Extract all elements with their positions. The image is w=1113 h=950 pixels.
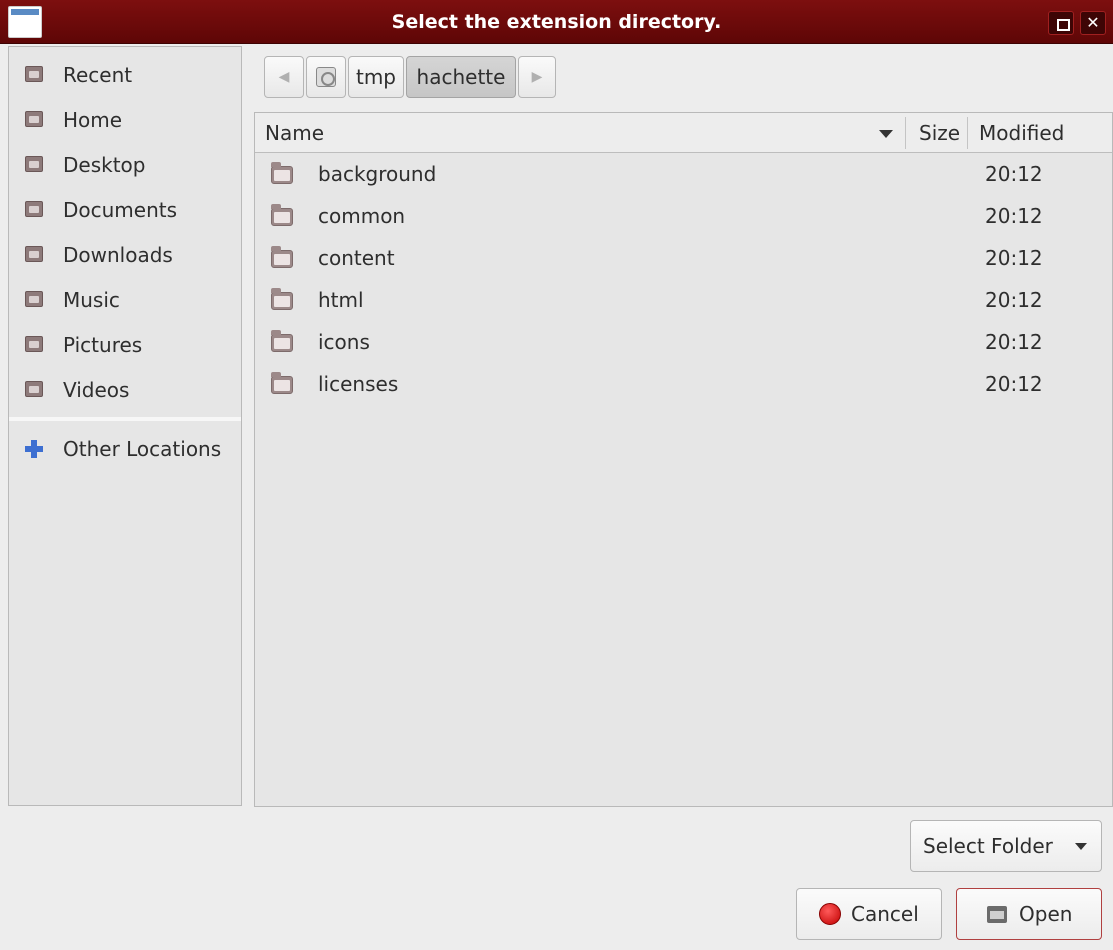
open-folder-icon <box>987 906 1007 923</box>
sidebar-item-label: Home <box>63 108 123 132</box>
column-modified[interactable]: Modified <box>979 113 1064 153</box>
path-segment-tmp[interactable]: tmp <box>348 56 404 98</box>
folder-icon <box>271 288 293 310</box>
chevron-down-icon <box>1075 843 1087 850</box>
path-back-button[interactable]: ◀ <box>264 56 304 98</box>
music-icon <box>25 291 43 307</box>
file-row[interactable]: common 20:12 <box>255 196 1112 238</box>
cancel-button[interactable]: Cancel <box>796 888 942 940</box>
pictures-icon <box>25 336 43 352</box>
file-name: icons <box>318 330 370 354</box>
file-row[interactable]: background 20:12 <box>255 154 1112 196</box>
stop-icon <box>819 903 841 925</box>
sidebar-item-pictures[interactable]: Pictures <box>9 323 241 367</box>
file-modified: 20:12 <box>985 162 1043 186</box>
column-divider[interactable] <box>967 117 968 149</box>
file-modified: 20:12 <box>985 330 1043 354</box>
file-row[interactable]: licenses 20:12 <box>255 364 1112 406</box>
sidebar-item-label: Desktop <box>63 153 146 177</box>
filter-dropdown[interactable]: Select Folder <box>910 820 1102 872</box>
folder-icon <box>271 246 293 268</box>
file-modified: 20:12 <box>985 288 1043 312</box>
path-segment-hachette[interactable]: hachette <box>406 56 516 98</box>
column-name[interactable]: Name <box>265 113 324 153</box>
file-row[interactable]: html 20:12 <box>255 280 1112 322</box>
window-title: Select the extension directory. <box>391 11 722 33</box>
open-button-label: Open <box>1019 902 1073 926</box>
videos-icon <box>25 381 43 397</box>
sidebar-item-label: Recent <box>63 63 133 87</box>
column-size[interactable]: Size <box>919 113 960 153</box>
file-row[interactable]: icons 20:12 <box>255 322 1112 364</box>
file-modified: 20:12 <box>985 204 1043 228</box>
close-button[interactable]: ✕ <box>1080 11 1106 35</box>
disk-icon <box>316 67 336 87</box>
sidebar-item-desktop[interactable]: Desktop <box>9 143 241 187</box>
downloads-icon <box>25 246 43 262</box>
places-sidebar: Recent Home Desktop Documents Downloads … <box>8 46 242 806</box>
file-modified: 20:12 <box>985 372 1043 396</box>
path-root-button[interactable] <box>306 56 346 98</box>
file-name: common <box>318 204 406 228</box>
plus-icon <box>25 440 43 458</box>
sidebar-item-label: Downloads <box>63 243 173 267</box>
documents-icon <box>25 201 43 217</box>
sidebar-item-label: Music <box>63 288 120 312</box>
sidebar-item-label: Other Locations <box>63 437 222 461</box>
folder-icon <box>271 162 293 184</box>
recent-icon <box>25 66 43 82</box>
title-bar: Select the extension directory. ✕ <box>0 0 1113 44</box>
folder-icon <box>271 330 293 352</box>
file-name: background <box>318 162 437 186</box>
sidebar-item-recent[interactable]: Recent <box>9 53 241 97</box>
sidebar-item-documents[interactable]: Documents <box>9 188 241 232</box>
sidebar-item-videos[interactable]: Videos <box>9 368 241 412</box>
file-name: content <box>318 246 395 270</box>
sidebar-separator <box>9 417 241 421</box>
folder-icon <box>271 204 293 226</box>
column-divider[interactable] <box>905 117 906 149</box>
sidebar-item-downloads[interactable]: Downloads <box>9 233 241 277</box>
cancel-button-label: Cancel <box>851 902 919 926</box>
home-icon <box>25 111 43 127</box>
file-name: licenses <box>318 372 399 396</box>
desktop-icon <box>25 156 43 172</box>
sidebar-item-label: Videos <box>63 378 130 402</box>
file-modified: 20:12 <box>985 246 1043 270</box>
sidebar-item-label: Documents <box>63 198 178 222</box>
filter-dropdown-label: Select Folder <box>923 834 1053 858</box>
maximize-button[interactable] <box>1048 11 1074 35</box>
sidebar-item-label: Pictures <box>63 333 143 357</box>
file-row[interactable]: content 20:12 <box>255 238 1112 280</box>
sidebar-item-music[interactable]: Music <box>9 278 241 322</box>
column-header: Name Size Modified <box>255 113 1112 153</box>
folder-icon <box>271 372 293 394</box>
sidebar-item-home[interactable]: Home <box>9 98 241 142</box>
file-name: html <box>318 288 364 312</box>
open-button[interactable]: Open <box>956 888 1102 940</box>
sort-descending-icon <box>879 130 893 138</box>
sidebar-item-other-locations[interactable]: Other Locations <box>9 427 241 471</box>
path-forward-button[interactable]: ▶ <box>518 56 556 98</box>
file-list[interactable]: Name Size Modified background 20:12 comm… <box>254 112 1113 807</box>
